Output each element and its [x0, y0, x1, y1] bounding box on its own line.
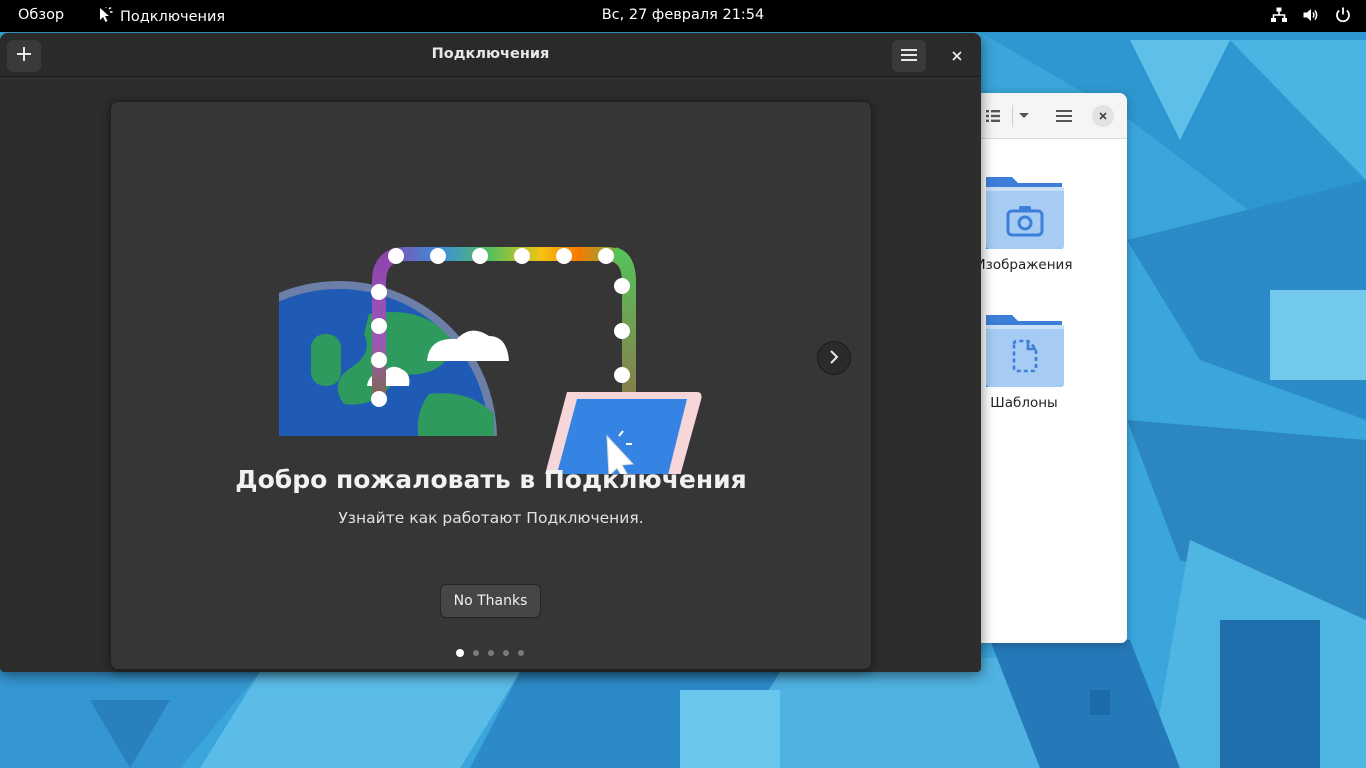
- volume-icon: [1302, 6, 1320, 24]
- chevron-right-icon: [829, 349, 839, 368]
- chevron-down-icon[interactable]: [1012, 105, 1034, 127]
- close-icon: [951, 47, 963, 66]
- page-dot[interactable]: [473, 650, 479, 656]
- no-thanks-button[interactable]: No Thanks: [440, 584, 541, 618]
- files-headerbar: [960, 93, 1127, 139]
- app-menu[interactable]: Подключения: [98, 6, 226, 27]
- page-dot[interactable]: [503, 650, 509, 656]
- page-indicator: [456, 649, 524, 657]
- next-page-button[interactable]: [817, 341, 851, 375]
- folder-templates-icon: [984, 309, 1064, 389]
- welcome-dialog: Добро пожаловать в Подключения Узнайте к…: [110, 101, 872, 670]
- top-bar: Обзор Подключения Вс, 27 февраля 21:54: [0, 0, 1366, 32]
- clock[interactable]: Вс, 27 февраля 21:54: [602, 7, 765, 23]
- close-window-button[interactable]: [940, 40, 974, 72]
- folder-label: Изображения: [975, 257, 1073, 273]
- folder-pictures-icon: [984, 171, 1064, 251]
- welcome-subtitle: Узнайте как работают Подключения.: [338, 509, 644, 527]
- folder-item[interactable]: Изображения: [969, 171, 1079, 273]
- connections-window[interactable]: Подключения Добро пожаловать в Подключен…: [0, 33, 981, 672]
- page-dot[interactable]: [456, 649, 464, 657]
- main-menu-button[interactable]: [892, 40, 926, 72]
- network-wired-icon: [1270, 6, 1288, 24]
- welcome-illustration: [279, 247, 702, 474]
- power-icon: [1334, 6, 1352, 24]
- app-menu-label: Подключения: [120, 9, 226, 25]
- menu-icon[interactable]: [1053, 105, 1075, 127]
- folder-label: Шаблоны: [990, 395, 1058, 411]
- close-icon[interactable]: [1092, 105, 1114, 127]
- window-title: Подключения: [431, 46, 550, 62]
- menu-icon: [901, 47, 917, 66]
- activities-button[interactable]: Обзор: [18, 7, 64, 23]
- page-dot[interactable]: [518, 650, 524, 656]
- list-view-icon[interactable]: [982, 105, 1004, 127]
- app-menu-icon: [98, 6, 114, 27]
- system-tray[interactable]: [1270, 6, 1352, 24]
- connections-headerbar: Подключения: [0, 33, 981, 77]
- page-dot[interactable]: [488, 650, 494, 656]
- files-window[interactable]: Изображения Шаблоны: [960, 93, 1127, 643]
- welcome-title: Добро пожаловать в Подключения: [235, 465, 747, 494]
- folder-item[interactable]: Шаблоны: [969, 309, 1079, 411]
